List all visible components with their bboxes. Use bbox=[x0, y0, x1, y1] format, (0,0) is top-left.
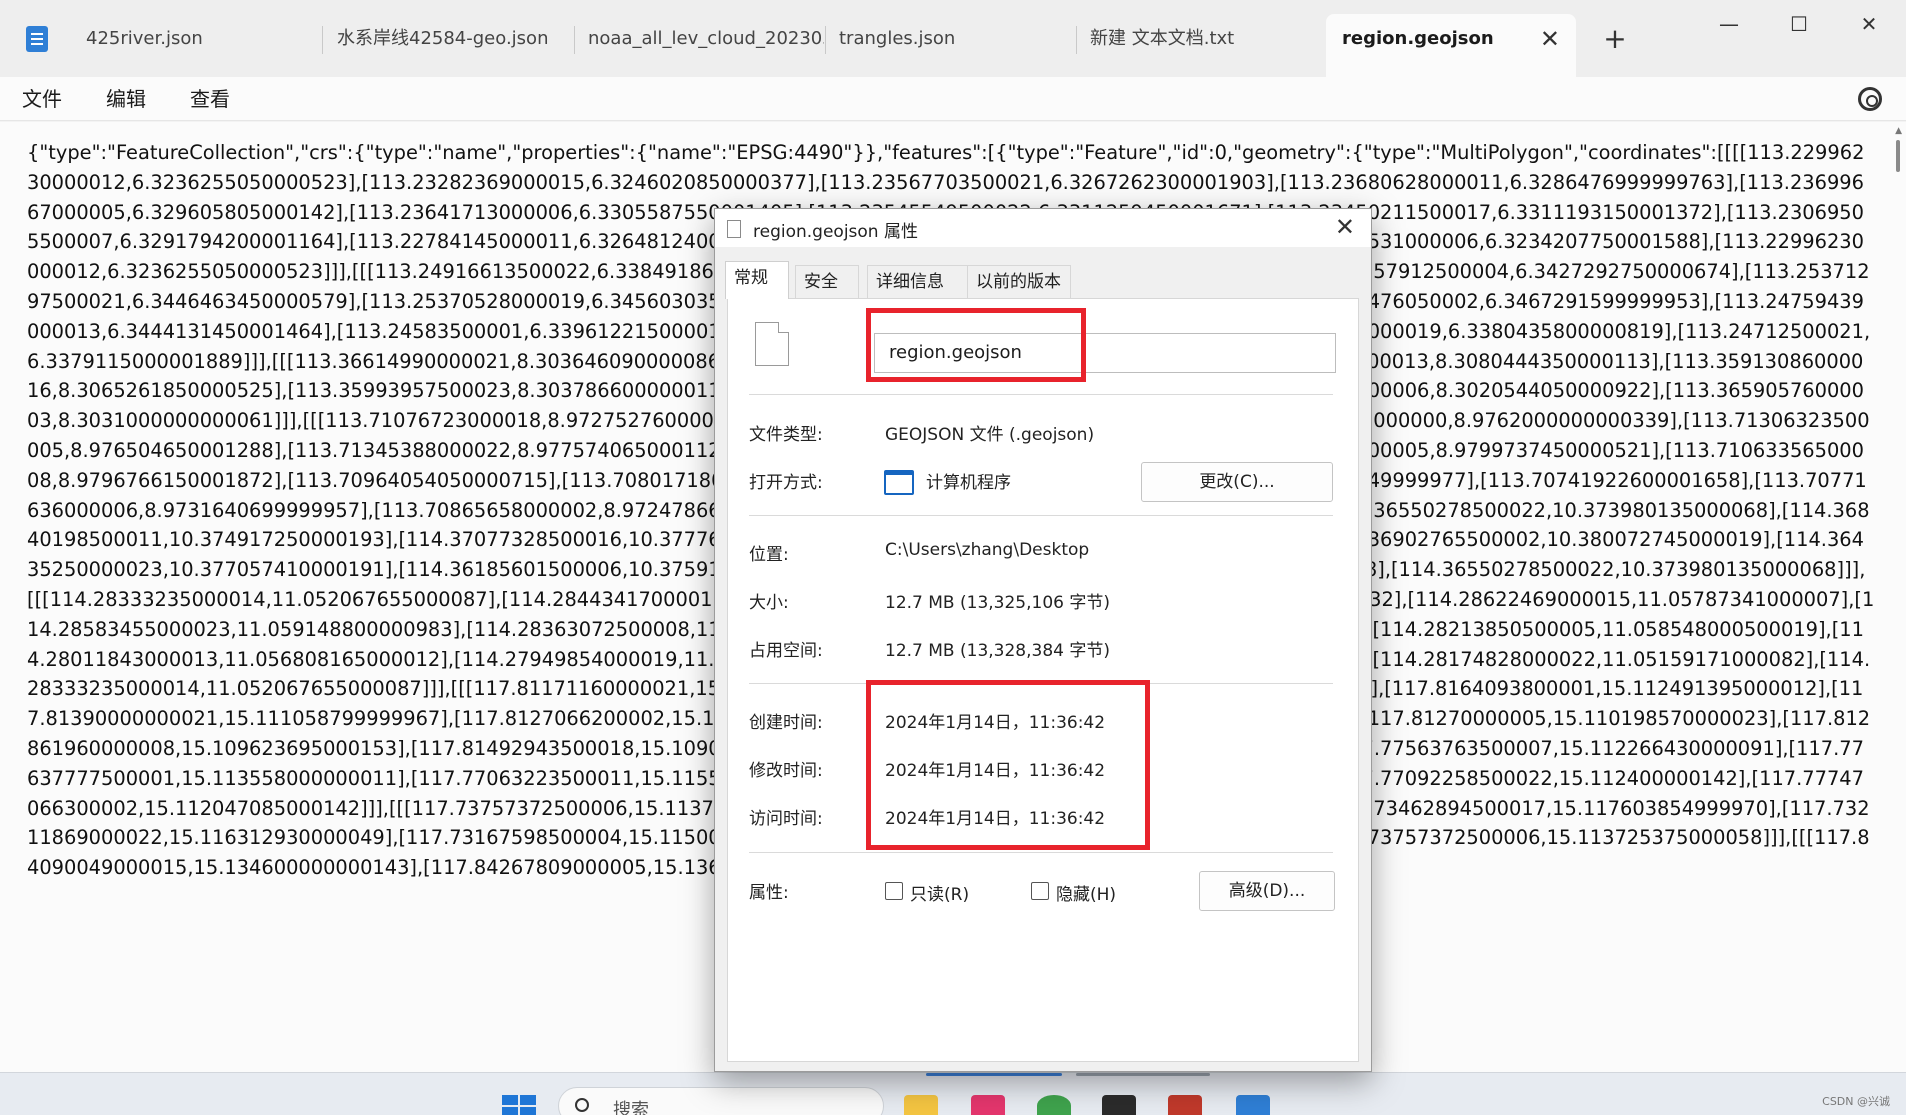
title-bar: 425river.json 水系岸线42584-geo.json noaa_al… bbox=[0, 0, 1906, 77]
dialog-title: region.geojson 属性 bbox=[753, 222, 918, 242]
divider bbox=[749, 394, 1333, 395]
maximize-button[interactable]: ☐ bbox=[1776, 6, 1822, 42]
notepad-icon bbox=[26, 26, 48, 52]
scroll-up-icon[interactable]: ▲ bbox=[1895, 126, 1902, 136]
tab-previous-versions[interactable]: 以前的版本 bbox=[967, 265, 1071, 298]
tab-label: trangles.json bbox=[839, 28, 956, 49]
search-placeholder: 搜索 bbox=[613, 1100, 649, 1115]
tab-new-text-doc[interactable]: 新建 文本文档.txt bbox=[1076, 22, 1326, 56]
game-app-icon[interactable] bbox=[1168, 1095, 1202, 1115]
search-icon bbox=[575, 1098, 589, 1112]
taskbar: 搜索 CSDN @兴诚 bbox=[0, 1072, 1906, 1115]
menu-view[interactable]: 查看 bbox=[190, 77, 230, 121]
dialog-title-bar: region.geojson 属性 ✕ bbox=[715, 209, 1371, 247]
divider bbox=[749, 852, 1333, 853]
file-type-value: GEOJSON 文件 (.geojson) bbox=[885, 425, 1095, 445]
chrome-icon[interactable] bbox=[1037, 1095, 1071, 1115]
tab-label: region.geojson bbox=[1342, 28, 1494, 49]
computer-program-icon bbox=[884, 470, 914, 495]
vertical-scrollbar[interactable] bbox=[1896, 140, 1900, 172]
advanced-button[interactable]: 高级(D)... bbox=[1199, 871, 1335, 911]
size-value: 12.7 MB (13,325,106 字节) bbox=[885, 593, 1110, 613]
dialog-close-icon[interactable]: ✕ bbox=[1335, 213, 1355, 241]
close-window-button[interactable]: ✕ bbox=[1846, 6, 1892, 42]
running-app-indicator bbox=[926, 1073, 1062, 1076]
created-label: 创建时间: bbox=[749, 713, 823, 733]
file-icon bbox=[755, 322, 789, 366]
media-player-icon[interactable] bbox=[971, 1095, 1005, 1115]
menu-edit[interactable]: 编辑 bbox=[106, 77, 146, 121]
settings-gear-icon[interactable] bbox=[1858, 87, 1882, 111]
tab-water-shoreline[interactable]: 水系岸线42584-geo.json bbox=[323, 22, 573, 56]
size-label: 大小: bbox=[749, 593, 789, 613]
running-app-indicator bbox=[1076, 1073, 1210, 1076]
menu-file[interactable]: 文件 bbox=[22, 77, 62, 121]
modified-label: 修改时间: bbox=[749, 761, 823, 781]
tab-security[interactable]: 安全 bbox=[795, 265, 859, 298]
tab-trangles[interactable]: trangles.json bbox=[825, 22, 1075, 56]
close-tab-icon[interactable]: ✕ bbox=[1540, 14, 1560, 64]
timestamps-highlight-box bbox=[866, 680, 1150, 850]
new-tab-button[interactable]: + bbox=[1598, 22, 1632, 56]
menu-bar: 文件 编辑 查看 bbox=[0, 77, 1906, 121]
divider bbox=[749, 515, 1333, 516]
tab-label: noaa_all_lev_cloud_20230313 bbox=[588, 28, 824, 49]
taskbar-search-box[interactable]: 搜索 bbox=[558, 1087, 884, 1115]
readonly-label[interactable]: 只读(R) bbox=[910, 880, 969, 905]
windows-start-icon[interactable] bbox=[502, 1095, 536, 1115]
opens-with-value: 计算机程序 bbox=[926, 473, 1011, 493]
terminal-icon[interactable] bbox=[1102, 1095, 1136, 1115]
readonly-checkbox[interactable] bbox=[885, 882, 903, 900]
minimize-button[interactable]: — bbox=[1706, 6, 1752, 42]
opens-with-label: 打开方式: bbox=[749, 473, 823, 493]
watermark: CSDN @兴诚 bbox=[1822, 1095, 1890, 1108]
tab-label: 新建 文本文档.txt bbox=[1090, 28, 1235, 49]
accessed-label: 访问时间: bbox=[749, 809, 823, 829]
tab-label: 水系岸线42584-geo.json bbox=[337, 28, 549, 49]
tab-details[interactable]: 详细信息 bbox=[867, 265, 969, 298]
location-label: 位置: bbox=[749, 545, 789, 565]
file-type-label: 文件类型: bbox=[749, 425, 823, 445]
file-explorer-icon[interactable] bbox=[904, 1095, 938, 1115]
size-on-disk-label: 占用空间: bbox=[749, 641, 823, 661]
tab-425river[interactable]: 425river.json bbox=[72, 22, 320, 56]
hidden-checkbox[interactable] bbox=[1031, 882, 1049, 900]
document-icon bbox=[727, 220, 741, 238]
tab-general[interactable]: 常规 bbox=[725, 261, 789, 299]
hidden-label[interactable]: 隐藏(H) bbox=[1056, 880, 1116, 905]
attributes-label: 属性: bbox=[749, 883, 789, 903]
location-value: C:\Users\zhang\Desktop bbox=[885, 540, 1090, 560]
tab-noaa-cloud[interactable]: noaa_all_lev_cloud_20230313 bbox=[574, 22, 824, 56]
size-on-disk-value: 12.7 MB (13,328,384 字节) bbox=[885, 641, 1110, 661]
notepad-taskbar-icon[interactable] bbox=[1236, 1095, 1270, 1115]
tab-label: 425river.json bbox=[86, 28, 203, 49]
filename-highlight-box bbox=[866, 308, 1086, 382]
tab-region-geojson[interactable]: region.geojson ✕ bbox=[1326, 14, 1576, 77]
change-button[interactable]: 更改(C)... bbox=[1141, 462, 1333, 502]
